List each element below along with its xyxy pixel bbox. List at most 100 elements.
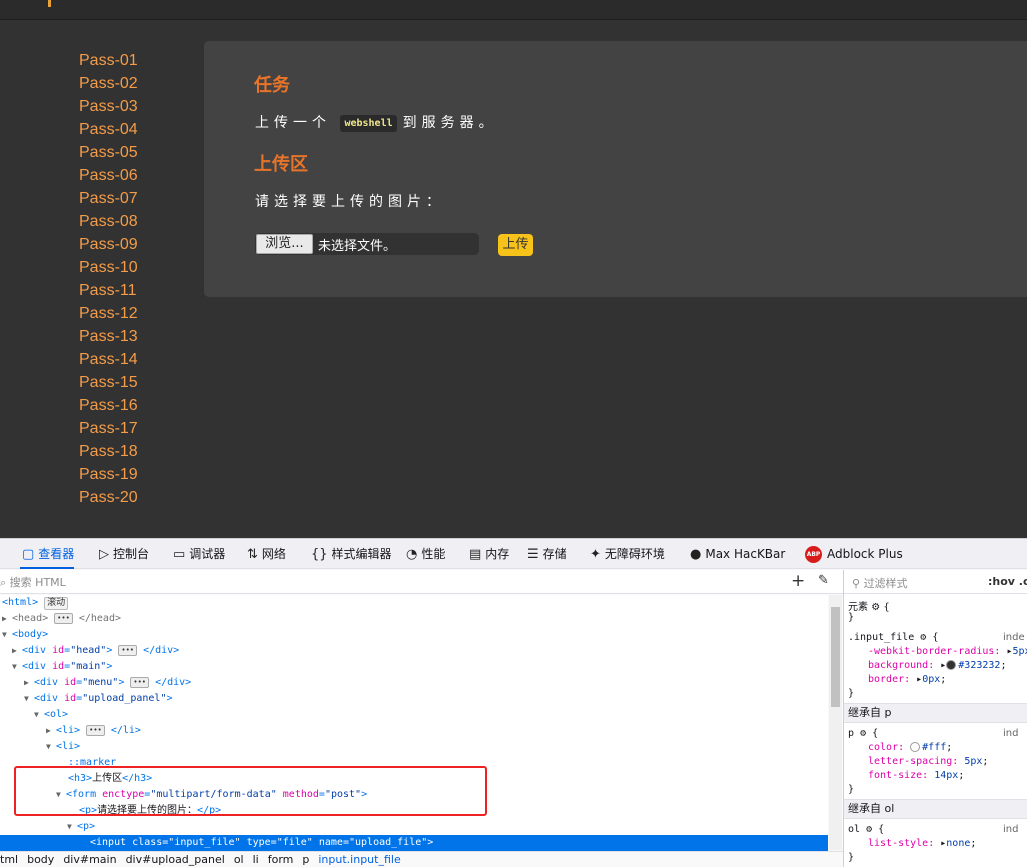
menu-item-pass-10[interactable]: Pass-10: [79, 259, 138, 277]
inherited-p-header: 继承自 p: [844, 703, 1027, 723]
menu-item-pass-20[interactable]: Pass-20: [79, 489, 138, 507]
devtools-panel: ▢ 查看器 ▷ 控制台 ▭ 调试器 ⇅ 网络 {} 样式编辑器 ◔ 性能 ▤ 内存 ☰ 存储 ✦ 无障碍环境 ● Ma…: [0, 538, 1027, 867]
input-file-rule[interactable]: .input_file ⚙ {: [848, 632, 938, 643]
tree-node-html[interactable]: <html> 滚动: [2, 595, 69, 611]
tree-node-div-head[interactable]: ▶ <div id="head"> ••• </div>: [12, 643, 179, 659]
font-size-declaration[interactable]: font-size: 14px;: [868, 770, 964, 781]
tree-node-li[interactable]: ▼ <li>: [46, 739, 80, 755]
tab-adblock[interactable]: ABP Adblock Plus: [805, 539, 903, 569]
menu-item-pass-18[interactable]: Pass-18: [79, 443, 138, 461]
menu-item-pass-14[interactable]: Pass-14: [79, 351, 138, 369]
tab-accessibility[interactable]: ✦ 无障碍环境: [590, 539, 665, 569]
color-swatch: [910, 742, 921, 752]
tree-node-ol[interactable]: ▼ <ol>: [34, 707, 68, 723]
tab-label: 网络: [261, 547, 286, 561]
menu-item-pass-05[interactable]: Pass-05: [79, 144, 138, 162]
upload-button[interactable]: 上传: [498, 234, 533, 256]
menu-item-pass-11[interactable]: Pass-11: [79, 282, 137, 300]
breadcrumb-item[interactable]: div#main: [63, 852, 116, 867]
breadcrumb-item[interactable]: tml: [0, 852, 18, 867]
menu-item-pass-13[interactable]: Pass-13: [79, 328, 138, 346]
color-declaration[interactable]: color: #fff;: [868, 742, 952, 753]
breadcrumb-item[interactable]: p: [302, 852, 309, 867]
tree-node-div-menu[interactable]: ▶ <div id="menu"> ••• </div>: [24, 675, 191, 691]
tree-node-p[interactable]: ▼ <p>: [67, 819, 95, 835]
rule-source[interactable]: ind: [1003, 824, 1018, 835]
tab-storage[interactable]: ☰ 存储: [527, 539, 567, 569]
menu-item-pass-08[interactable]: Pass-08: [79, 213, 138, 231]
filter-styles-input[interactable]: ⚲ 过滤样式: [852, 575, 908, 591]
tree-node-head[interactable]: ▶ <head> ••• </head>: [2, 611, 121, 627]
radius-declaration[interactable]: -webkit-border-radius: ▸5px: [868, 646, 1027, 657]
task-text-before: 上传一个: [255, 115, 331, 131]
rule-close: }: [848, 688, 855, 699]
debugger-icon: ▭: [173, 547, 186, 562]
file-input[interactable]: 浏览... 未选择文件。: [255, 233, 479, 255]
rule-source[interactable]: inde: [1003, 632, 1025, 643]
tree-node-li-collapsed[interactable]: ▶ <li> ••• </li>: [46, 723, 141, 739]
html-search-input[interactable]: ⌕ 搜索 HTML: [0, 574, 66, 590]
search-icon: ⌕: [0, 576, 7, 589]
breadcrumb-item[interactable]: input.input_file: [318, 852, 400, 867]
tab-console[interactable]: ▷ 控制台: [99, 539, 149, 569]
list-style-declaration[interactable]: list-style: ▸none;: [868, 838, 976, 849]
inspector-toolbar: ⌕ 搜索 HTML + ✎: [0, 570, 843, 594]
rule-close: }: [848, 612, 855, 623]
p-rule[interactable]: p ⚙ {: [848, 728, 878, 739]
ol-rule[interactable]: ol ⚙ {: [848, 824, 884, 835]
tab-style-editor[interactable]: {} 样式编辑器: [311, 539, 392, 569]
tab-label: 性能: [421, 547, 446, 561]
tab-hackbar[interactable]: ● Max HacKBar: [690, 539, 785, 569]
tab-label: 内存: [485, 547, 510, 561]
menu-item-pass-07[interactable]: Pass-07: [79, 190, 138, 208]
eyedropper-icon[interactable]: ✎: [818, 573, 829, 588]
tab-memory[interactable]: ▤ 内存: [469, 539, 509, 569]
menu-item-pass-15[interactable]: Pass-15: [79, 374, 138, 392]
hov-toggle[interactable]: :hov .c: [988, 575, 1027, 588]
menu-item-pass-17[interactable]: Pass-17: [79, 420, 138, 438]
add-node-button[interactable]: +: [791, 570, 805, 592]
filter-styles-placeholder: 过滤样式: [863, 577, 908, 590]
scrollbar-thumb[interactable]: [831, 607, 840, 707]
tab-network[interactable]: ⇅ 网络: [247, 539, 286, 569]
menu-item-pass-06[interactable]: Pass-06: [79, 167, 138, 185]
letter-spacing-declaration[interactable]: letter-spacing: 5px;: [868, 756, 988, 767]
console-icon: ▷: [99, 547, 109, 562]
network-icon: ⇅: [247, 547, 258, 562]
file-status: 未选择文件。: [318, 239, 397, 254]
element-rule[interactable]: 元素 ⚙ {: [848, 598, 890, 613]
browse-button[interactable]: 浏览...: [256, 234, 313, 254]
background-declaration[interactable]: background: ▸ #323232;: [868, 660, 1006, 671]
scroll-badge[interactable]: 滚动: [44, 597, 69, 610]
tree-node-input-selected[interactable]: <input class="input_file" type="file" na…: [0, 835, 828, 851]
breadcrumb-item[interactable]: ol: [234, 852, 244, 867]
upload-heading: 上传区: [254, 154, 308, 175]
breadcrumb-item[interactable]: div#upload_panel: [126, 852, 225, 867]
breadcrumb-item[interactable]: body: [27, 852, 54, 867]
breadcrumb-item[interactable]: form: [268, 852, 294, 867]
menu-item-pass-01[interactable]: Pass-01: [79, 52, 138, 70]
menu-item-pass-03[interactable]: Pass-03: [79, 98, 138, 116]
tab-label: 调试器: [189, 547, 226, 561]
task-description: 上传一个 webshell 到服务器。: [255, 112, 498, 132]
tab-debugger[interactable]: ▭ 调试器: [173, 539, 225, 569]
tab-inspector[interactable]: ▢ 查看器: [0, 539, 75, 569]
tree-node-body[interactable]: ▼ <body>: [2, 627, 48, 643]
markup-scrollbar[interactable]: [829, 595, 842, 850]
menu-item-pass-04[interactable]: Pass-04: [79, 121, 138, 139]
tab-label: 查看器: [38, 547, 75, 561]
border-declaration[interactable]: border: ▸0px;: [868, 674, 946, 685]
menu-item-pass-02[interactable]: Pass-02: [79, 75, 138, 93]
menu-item-pass-09[interactable]: Pass-09: [79, 236, 138, 254]
menu-item-pass-19[interactable]: Pass-19: [79, 466, 138, 484]
tab-label: 样式编辑器: [331, 547, 392, 561]
rule-source[interactable]: ind: [1003, 728, 1018, 739]
tree-node-div-main[interactable]: ▼ <div id="main">: [12, 659, 112, 675]
tree-node-div-upload-panel[interactable]: ▼ <div id="upload_panel">: [24, 691, 173, 707]
hackbar-icon: ●: [690, 547, 702, 562]
menu-item-pass-16[interactable]: Pass-16: [79, 397, 138, 415]
menu-item-pass-12[interactable]: Pass-12: [79, 305, 138, 323]
gear-icon: ⚙: [860, 728, 867, 739]
tab-performance[interactable]: ◔ 性能: [406, 539, 445, 569]
breadcrumb-item[interactable]: li: [253, 852, 259, 867]
